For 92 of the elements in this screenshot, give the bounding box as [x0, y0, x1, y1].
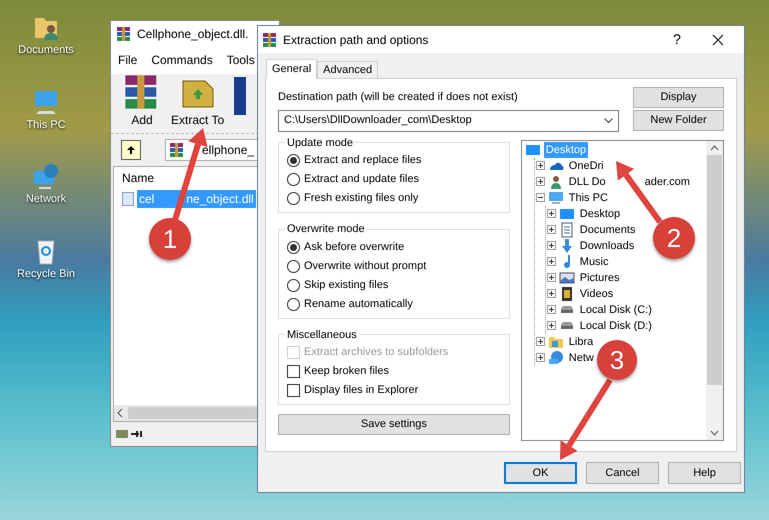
tree-item[interactable]: Documents: [578, 222, 638, 238]
tree-item[interactable]: Downloads: [578, 238, 636, 254]
radio-button[interactable]: [287, 298, 300, 310]
field-label: Destination path (will be created if does not exist): [278, 90, 519, 105]
vertical-scrollbar[interactable]: [706, 140, 723, 440]
expand-box[interactable]: [536, 337, 545, 346]
option-label: Extract and replace files: [304, 153, 422, 168]
tree-item[interactable]: Desktop: [578, 206, 622, 222]
expand-box[interactable]: [546, 209, 556, 218]
collapse-box[interactable]: [536, 193, 545, 202]
radio-button[interactable]: [287, 173, 300, 186]
option-label: Fresh existing files only: [304, 191, 418, 206]
archive-icon: [169, 142, 185, 158]
expand-box[interactable]: [546, 257, 556, 266]
expand-box[interactable]: [546, 225, 556, 234]
option-label: Skip existing files: [304, 278, 388, 293]
tree-item[interactable]: Libra: [566, 334, 596, 350]
archive-icon: [116, 26, 132, 42]
network-icon: [31, 161, 61, 191]
group-title: Overwrite mode: [286, 222, 366, 237]
chevron-down-icon[interactable]: [710, 430, 719, 436]
music-note-icon: [562, 254, 572, 270]
up-folder-button[interactable]: [121, 140, 141, 160]
tree-item[interactable]: Music: [578, 254, 611, 270]
drive-icon: [560, 321, 574, 330]
up-arrow-icon: [126, 145, 136, 155]
file-name: ne_object.dll: [186, 191, 254, 208]
toolbar-button[interactable]: Extract To: [171, 73, 224, 129]
group-title: Update mode: [286, 136, 354, 150]
side-button[interactable]: New Folder: [633, 110, 724, 131]
checkbox[interactable]: [287, 365, 300, 378]
tree-item[interactable]: Local Disk (C:): [578, 302, 654, 318]
tree-item[interactable]: ader.com: [644, 174, 690, 190]
option-label: Extract and update files: [304, 172, 419, 188]
tree-item[interactable]: Pictures: [578, 270, 622, 286]
desktop-icon-label[interactable]: Recycle Bin: [16, 266, 76, 282]
file-icon: [122, 192, 134, 206]
radio-button[interactable]: [287, 240, 300, 254]
chevron-down-icon[interactable]: [604, 118, 613, 124]
archive-icon: [262, 32, 278, 48]
menu-item[interactable]: Commands: [151, 51, 213, 69]
radio-button[interactable]: [287, 192, 300, 205]
expand-box[interactable]: [546, 321, 556, 330]
option-label: Display files in Explorer: [304, 383, 418, 398]
desktop-icon-label[interactable]: Network: [26, 191, 66, 208]
dialog-title: Extraction path and options: [283, 32, 430, 48]
expand-box[interactable]: [536, 177, 545, 186]
tab[interactable]: General: [266, 59, 318, 79]
drive-key-icon: [116, 428, 144, 440]
document-icon: [558, 222, 575, 238]
file-name: cel: [139, 191, 154, 208]
save-settings-button[interactable]: Save settings: [278, 414, 510, 435]
radio-button[interactable]: [287, 278, 300, 292]
tree-item[interactable]: OneDri: [566, 158, 606, 174]
expand-box[interactable]: [546, 273, 556, 282]
option-label: Keep broken files: [304, 364, 389, 380]
menu-item[interactable]: Tools: [226, 51, 255, 69]
window-title: Cellphone_object.dll.: [137, 26, 248, 42]
globe-icon: [548, 350, 564, 366]
option-label: Extract archives to subfolders: [304, 345, 448, 360]
computer-icon: [548, 190, 564, 206]
toolbar-button[interactable]: Add: [123, 73, 161, 129]
expand-box[interactable]: [546, 305, 556, 314]
radio-button[interactable]: [287, 154, 300, 167]
tree-item[interactable]: DLL Do: [566, 174, 608, 190]
tab[interactable]: Advanced: [317, 61, 378, 78]
help-button[interactable]: ?: [667, 29, 687, 50]
expand-box[interactable]: [536, 353, 545, 362]
tree-item[interactable]: This PC: [566, 190, 610, 206]
close-icon[interactable]: [712, 34, 724, 46]
radio-button[interactable]: [287, 260, 300, 272]
side-button[interactable]: Display: [633, 87, 724, 108]
path-field[interactable]: C:\Users\DllDownloader_com\Desktop: [278, 110, 619, 132]
checkbox[interactable]: [287, 384, 300, 397]
tree-item[interactable]: Videos: [578, 286, 616, 302]
option-label: Ask before overwrite: [304, 240, 404, 255]
group-title: Miscellaneous: [286, 328, 358, 342]
tree-item[interactable]: Netw: [566, 350, 596, 366]
option-label: Rename automatically: [304, 296, 413, 312]
dialog-button[interactable]: OK: [504, 462, 577, 484]
chevron-up-icon[interactable]: [710, 144, 719, 150]
picture-icon: [558, 270, 575, 286]
expand-box[interactable]: [536, 161, 545, 170]
expand-box[interactable]: [546, 241, 556, 250]
dialog-button[interactable]: Help: [668, 462, 741, 484]
drive-icon: [560, 305, 574, 314]
chevron-left-icon[interactable]: [117, 408, 123, 418]
tree-item[interactable]: Local Disk (D:): [578, 318, 654, 334]
option-label: Overwrite without prompt: [304, 258, 426, 274]
dialog-button[interactable]: Cancel: [586, 462, 659, 484]
menu-item[interactable]: File: [118, 51, 138, 69]
expand-box[interactable]: [546, 289, 556, 298]
